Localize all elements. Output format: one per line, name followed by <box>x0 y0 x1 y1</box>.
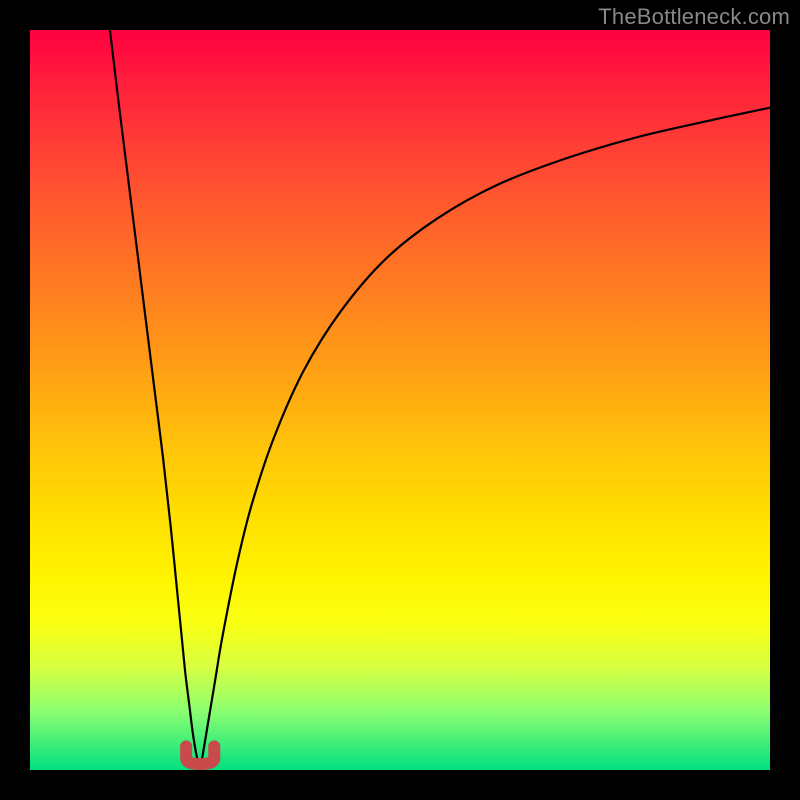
plot-area <box>30 30 770 770</box>
curve-right <box>200 108 770 770</box>
bottleneck-marker <box>186 746 214 764</box>
curve-left <box>110 30 200 770</box>
watermark-label: TheBottleneck.com <box>598 4 790 30</box>
chart-frame: TheBottleneck.com <box>0 0 800 800</box>
chart-svg <box>30 30 770 770</box>
